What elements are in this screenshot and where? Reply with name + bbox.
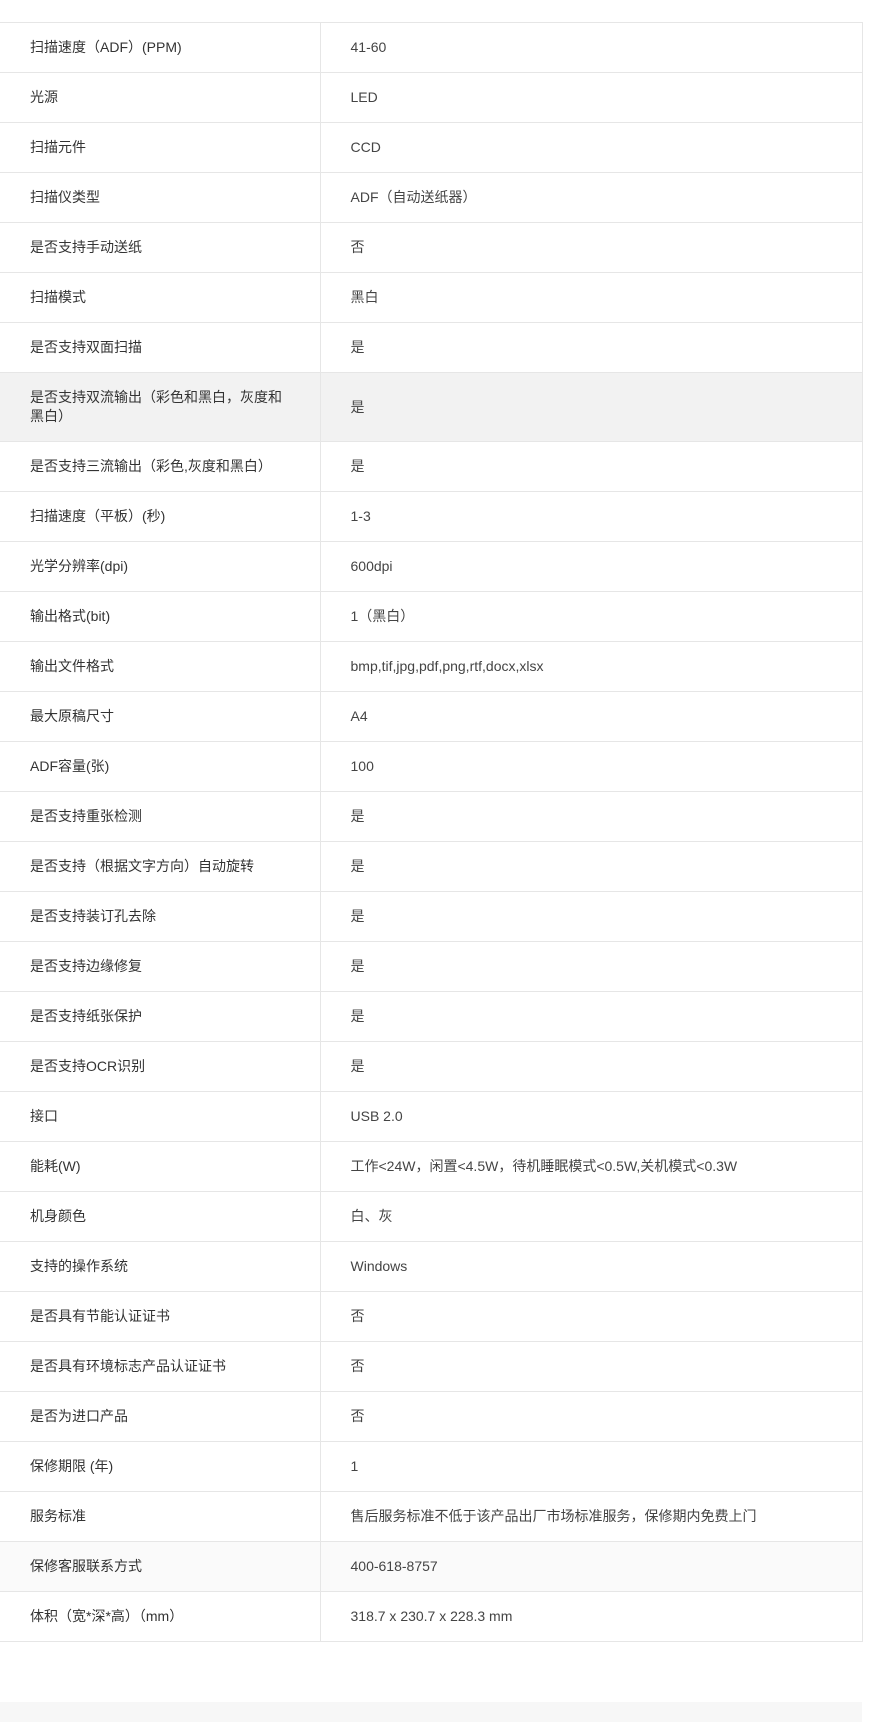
spec-value: 否 <box>319 1341 863 1392</box>
table-row: 扫描模式 黑白 <box>0 272 863 323</box>
spec-key: 是否支持三流输出（彩色,灰度和黑白） <box>0 441 320 492</box>
spec-value: 是 <box>319 1041 863 1092</box>
spec-value: 是 <box>319 891 863 942</box>
table-row: 光学分辨率(dpi) 600dpi <box>0 541 863 592</box>
table-row: 最大原稿尺寸 A4 <box>0 691 863 742</box>
spec-value: 白、灰 <box>319 1191 863 1242</box>
spec-key: 扫描仪类型 <box>0 172 320 223</box>
spec-key: 是否支持OCR识别 <box>0 1041 320 1092</box>
spec-key: 是否为进口产品 <box>0 1391 320 1442</box>
spec-key: 是否支持手动送纸 <box>0 222 320 273</box>
table-row: 服务标准 售后服务标准不低于该产品出厂市场标准服务，保修期内免费上门 <box>0 1491 863 1542</box>
table-row: 保修客服联系方式 400-618-8757 <box>0 1541 863 1592</box>
spec-table-container: 扫描速度（ADF）(PPM) 41-60 光源 LED 扫描元件 CCD 扫描仪… <box>0 22 863 1642</box>
spec-value: 1-3 <box>319 491 863 542</box>
spec-value: 1（黑白） <box>319 591 863 642</box>
spec-value: 否 <box>319 1391 863 1442</box>
table-row: 扫描仪类型 ADF（自动送纸器） <box>0 172 863 223</box>
spec-key: 是否具有环境标志产品认证证书 <box>0 1341 320 1392</box>
spec-key: 是否支持重张检测 <box>0 791 320 842</box>
spec-key: ADF容量(张) <box>0 741 320 792</box>
spec-key: 最大原稿尺寸 <box>0 691 320 742</box>
spec-value: 是 <box>319 372 863 442</box>
table-row: 扫描速度（ADF）(PPM) 41-60 <box>0 22 863 73</box>
table-row: 是否支持手动送纸 否 <box>0 222 863 273</box>
table-row: 是否支持双流输出（彩色和黑白，灰度和黑白） 是 <box>0 372 863 442</box>
spec-value: A4 <box>319 691 863 742</box>
spec-value: 是 <box>319 322 863 373</box>
spec-value: 600dpi <box>319 541 863 592</box>
spec-key: 是否支持装订孔去除 <box>0 891 320 942</box>
spec-value: CCD <box>319 122 863 173</box>
spec-key: 扫描速度（ADF）(PPM) <box>0 22 320 73</box>
table-row: 是否为进口产品 否 <box>0 1391 863 1442</box>
spec-key: 机身颜色 <box>0 1191 320 1242</box>
spec-key: 保修期限 (年) <box>0 1441 320 1492</box>
table-row: 是否具有节能认证证书 否 <box>0 1291 863 1342</box>
spec-value: 41-60 <box>319 22 863 73</box>
spec-value: 否 <box>319 222 863 273</box>
table-row: 光源 LED <box>0 72 863 123</box>
table-row: 是否具有环境标志产品认证证书 否 <box>0 1341 863 1392</box>
table-row: 保修期限 (年) 1 <box>0 1441 863 1492</box>
spec-key: 保修客服联系方式 <box>0 1541 320 1592</box>
table-row: 支持的操作系统 Windows <box>0 1241 863 1292</box>
spec-value: 工作<24W，闲置<4.5W，待机睡眠模式<0.5W,关机模式<0.3W <box>319 1141 863 1192</box>
spec-key: 接口 <box>0 1091 320 1142</box>
spec-value: LED <box>319 72 863 123</box>
spec-key: 是否具有节能认证证书 <box>0 1291 320 1342</box>
spec-value: 318.7 x 230.7 x 228.3 mm <box>319 1591 863 1642</box>
table-row: 能耗(W) 工作<24W，闲置<4.5W，待机睡眠模式<0.5W,关机模式<0.… <box>0 1141 863 1192</box>
spec-value: 是 <box>319 841 863 892</box>
table-row: 是否支持装订孔去除 是 <box>0 891 863 942</box>
spec-value: 售后服务标准不低于该产品出厂市场标准服务，保修期内免费上门 <box>319 1491 863 1542</box>
footer-strip <box>0 1702 862 1722</box>
spec-value: 1 <box>319 1441 863 1492</box>
spec-key: 是否支持双流输出（彩色和黑白，灰度和黑白） <box>0 372 320 442</box>
spec-key: 服务标准 <box>0 1491 320 1542</box>
table-row: 接口 USB 2.0 <box>0 1091 863 1142</box>
spec-key: 是否支持纸张保护 <box>0 991 320 1042</box>
table-row: 扫描元件 CCD <box>0 122 863 173</box>
table-row: 体积（宽*深*高）（mm） 318.7 x 230.7 x 228.3 mm <box>0 1591 863 1642</box>
spec-key: 光学分辨率(dpi) <box>0 541 320 592</box>
table-row: 是否支持OCR识别 是 <box>0 1041 863 1092</box>
table-row: 扫描速度（平板）(秒) 1-3 <box>0 491 863 542</box>
table-row: 输出格式(bit) 1（黑白） <box>0 591 863 642</box>
table-row: 机身颜色 白、灰 <box>0 1191 863 1242</box>
spec-value: 否 <box>319 1291 863 1342</box>
spec-value: Windows <box>319 1241 863 1292</box>
spec-value: bmp,tif,jpg,pdf,png,rtf,docx,xlsx <box>319 641 863 692</box>
spec-key: 输出文件格式 <box>0 641 320 692</box>
spec-key: 光源 <box>0 72 320 123</box>
spec-value: 黑白 <box>319 272 863 323</box>
spec-key: 是否支持边缘修复 <box>0 941 320 992</box>
spec-key: 扫描速度（平板）(秒) <box>0 491 320 542</box>
spec-key: 是否支持（根据文字方向）自动旋转 <box>0 841 320 892</box>
spec-value: 是 <box>319 941 863 992</box>
spec-value: 是 <box>319 791 863 842</box>
table-row: 是否支持重张检测 是 <box>0 791 863 842</box>
spec-key: 输出格式(bit) <box>0 591 320 642</box>
spec-key: 是否支持双面扫描 <box>0 322 320 373</box>
table-row: 输出文件格式 bmp,tif,jpg,pdf,png,rtf,docx,xlsx <box>0 641 863 692</box>
spec-value: ADF（自动送纸器） <box>319 172 863 223</box>
spec-value: USB 2.0 <box>319 1091 863 1142</box>
spec-key: 支持的操作系统 <box>0 1241 320 1292</box>
spec-key: 扫描模式 <box>0 272 320 323</box>
spec-table: 扫描速度（ADF）(PPM) 41-60 光源 LED 扫描元件 CCD 扫描仪… <box>0 22 863 1642</box>
table-row: 是否支持边缘修复 是 <box>0 941 863 992</box>
spec-key: 扫描元件 <box>0 122 320 173</box>
spec-value: 是 <box>319 991 863 1042</box>
spec-value: 100 <box>319 741 863 792</box>
table-row: 是否支持纸张保护 是 <box>0 991 863 1042</box>
spec-key: 体积（宽*深*高）（mm） <box>0 1591 320 1642</box>
spec-value: 400-618-8757 <box>319 1541 863 1592</box>
spec-key: 能耗(W) <box>0 1141 320 1192</box>
table-row: ADF容量(张) 100 <box>0 741 863 792</box>
table-row: 是否支持双面扫描 是 <box>0 322 863 373</box>
spec-value: 是 <box>319 441 863 492</box>
table-row: 是否支持三流输出（彩色,灰度和黑白） 是 <box>0 441 863 492</box>
table-row: 是否支持（根据文字方向）自动旋转 是 <box>0 841 863 892</box>
